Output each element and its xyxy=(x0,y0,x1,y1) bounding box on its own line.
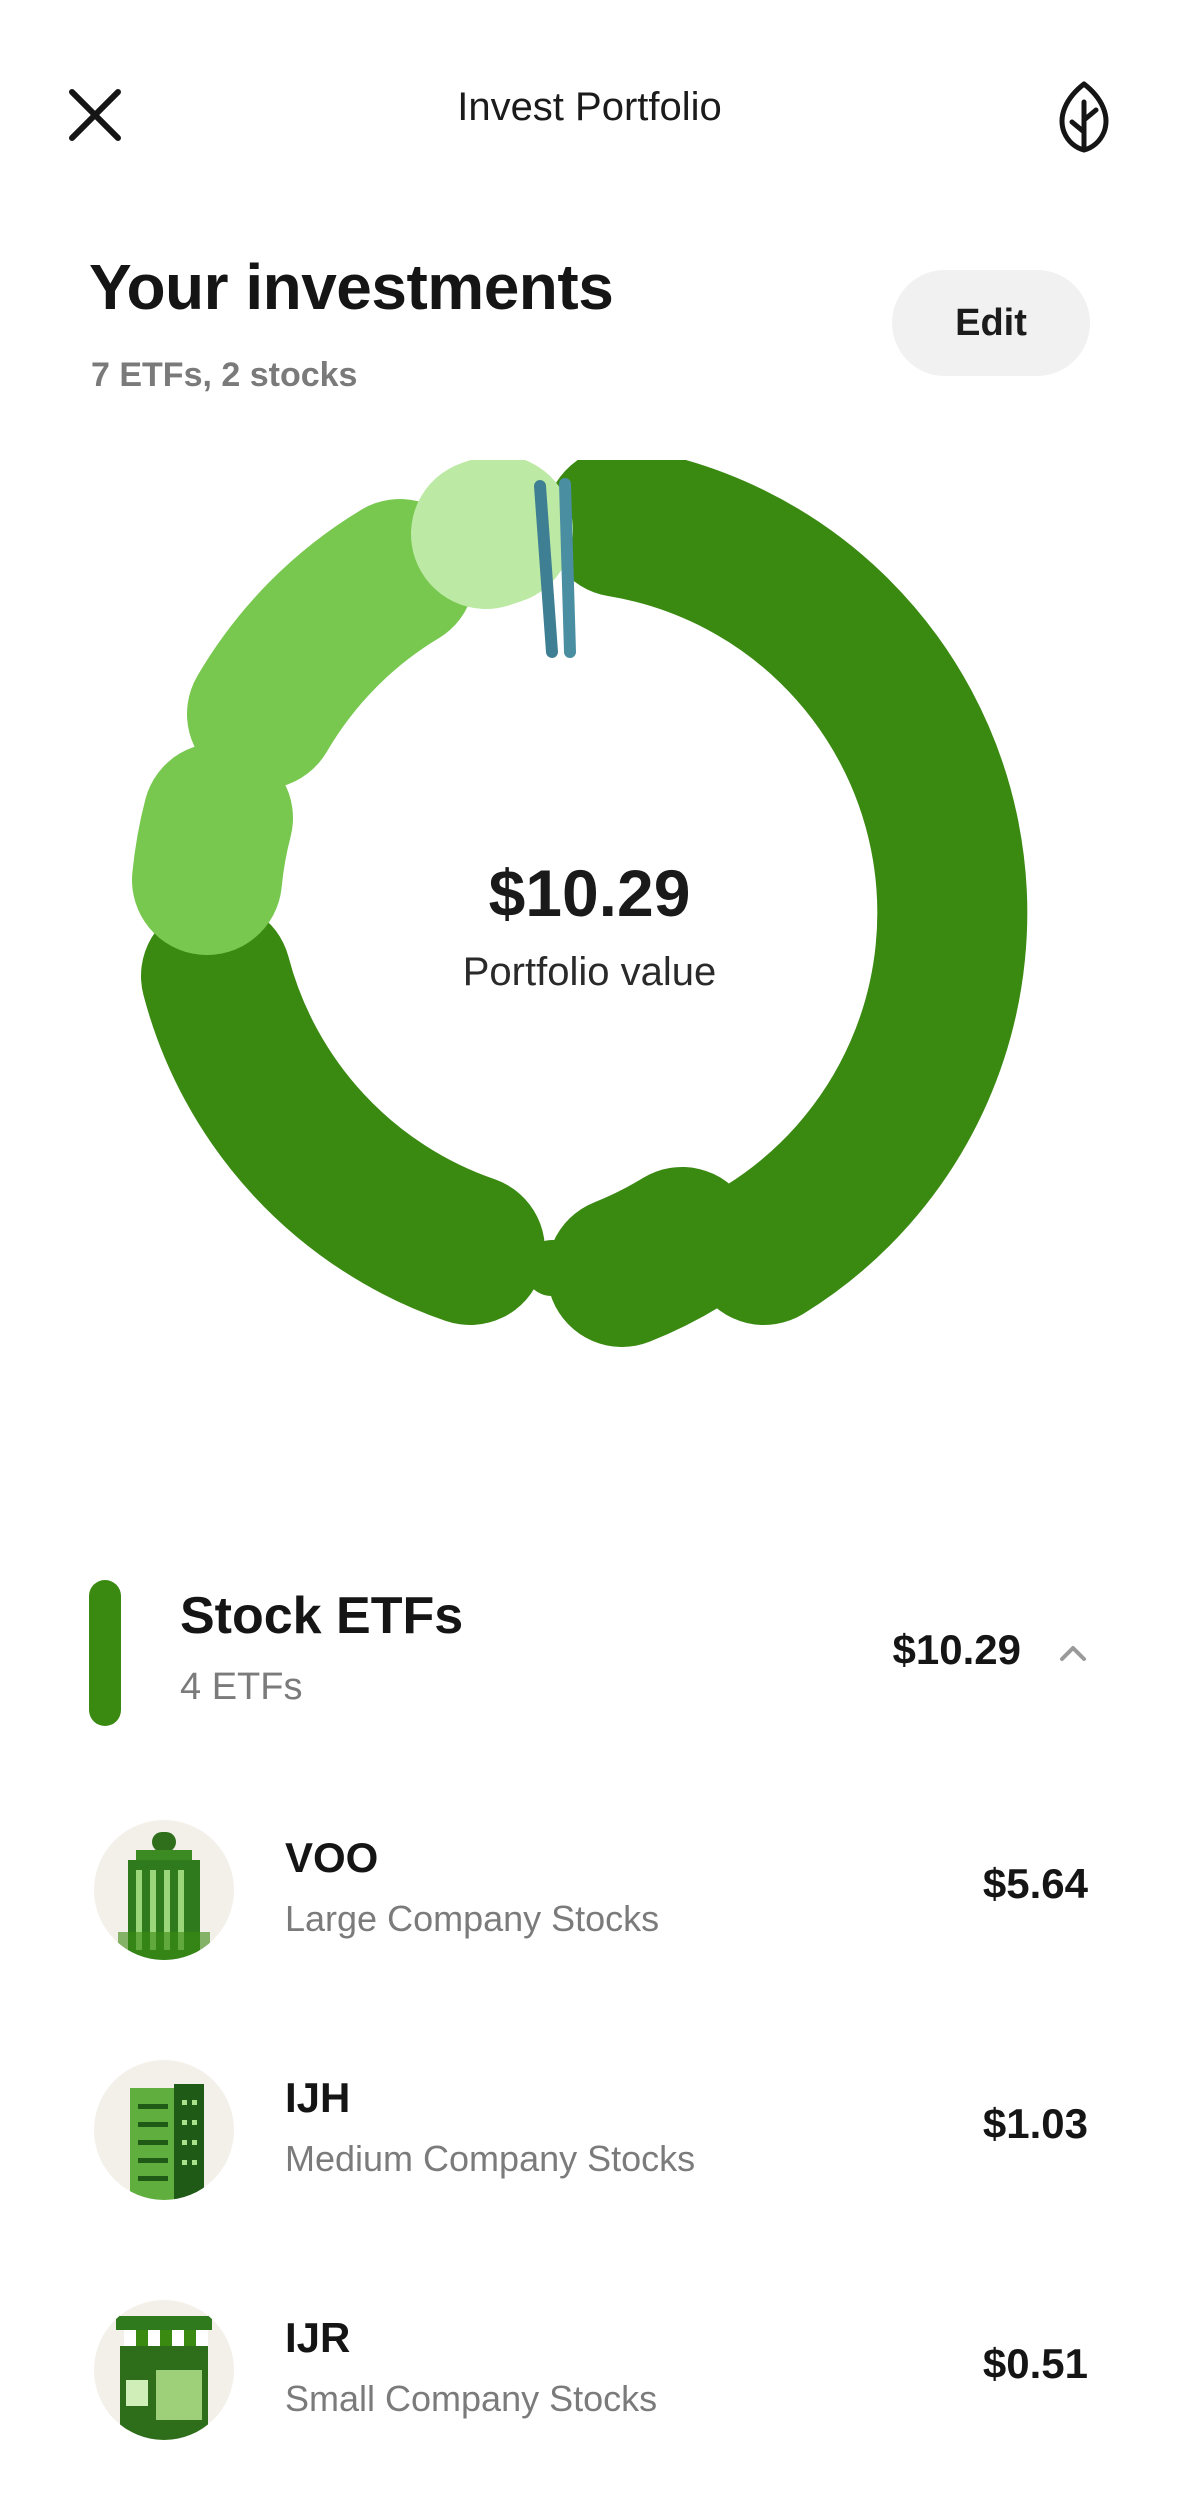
edit-button[interactable]: Edit xyxy=(892,270,1090,376)
group-collapse-button[interactable] xyxy=(1054,1634,1092,1672)
holding-value: $1.03 xyxy=(983,2100,1088,2148)
storefront-icon xyxy=(94,2300,234,2440)
chevron-up-icon xyxy=(1054,1634,1092,1672)
holding-value: $5.64 xyxy=(983,1860,1088,1908)
holding-row[interactable]: IJR Small Company Stocks $0.51 xyxy=(0,2300,1179,2500)
donut-segment-bottom-1 xyxy=(622,1242,682,1272)
holding-row[interactable]: IJH Medium Company Stocks $1.03 xyxy=(0,2060,1179,2260)
investments-count: 7 ETFs, 2 stocks xyxy=(91,356,357,395)
portfolio-value: $10.29 xyxy=(0,855,1179,931)
donut-segment-left-2 xyxy=(262,574,400,714)
holding-name: Large Company Stocks xyxy=(285,1898,659,1940)
group-color-bar xyxy=(89,1580,121,1726)
holding-ticker: IJR xyxy=(285,2314,350,2362)
holding-ticker: VOO xyxy=(285,1834,378,1882)
page-title: Invest Portfolio xyxy=(0,85,1179,130)
holding-row[interactable]: VOO Large Company Stocks $5.64 xyxy=(0,1820,1179,2020)
investments-heading: Your investments xyxy=(89,250,613,324)
holding-value: $0.51 xyxy=(983,2340,1088,2388)
leaf-button[interactable] xyxy=(1054,80,1114,154)
medium-building-icon xyxy=(94,2060,234,2200)
portfolio-value-label: Portfolio value xyxy=(0,950,1179,995)
donut-segment-bottom-left xyxy=(216,976,470,1250)
group-subtitle: 4 ETFs xyxy=(180,1666,302,1709)
group-title[interactable]: Stock ETFs xyxy=(180,1586,463,1646)
donut-segment-light xyxy=(486,530,498,534)
large-building-icon xyxy=(94,1820,234,1960)
holding-ticker: IJH xyxy=(285,2074,350,2122)
leaf-icon xyxy=(1054,80,1114,154)
donut-segment-teal-2 xyxy=(565,484,570,652)
holding-name: Medium Company Stocks xyxy=(285,2138,695,2180)
group-value: $10.29 xyxy=(893,1626,1021,1674)
holding-name: Small Company Stocks xyxy=(285,2378,657,2420)
